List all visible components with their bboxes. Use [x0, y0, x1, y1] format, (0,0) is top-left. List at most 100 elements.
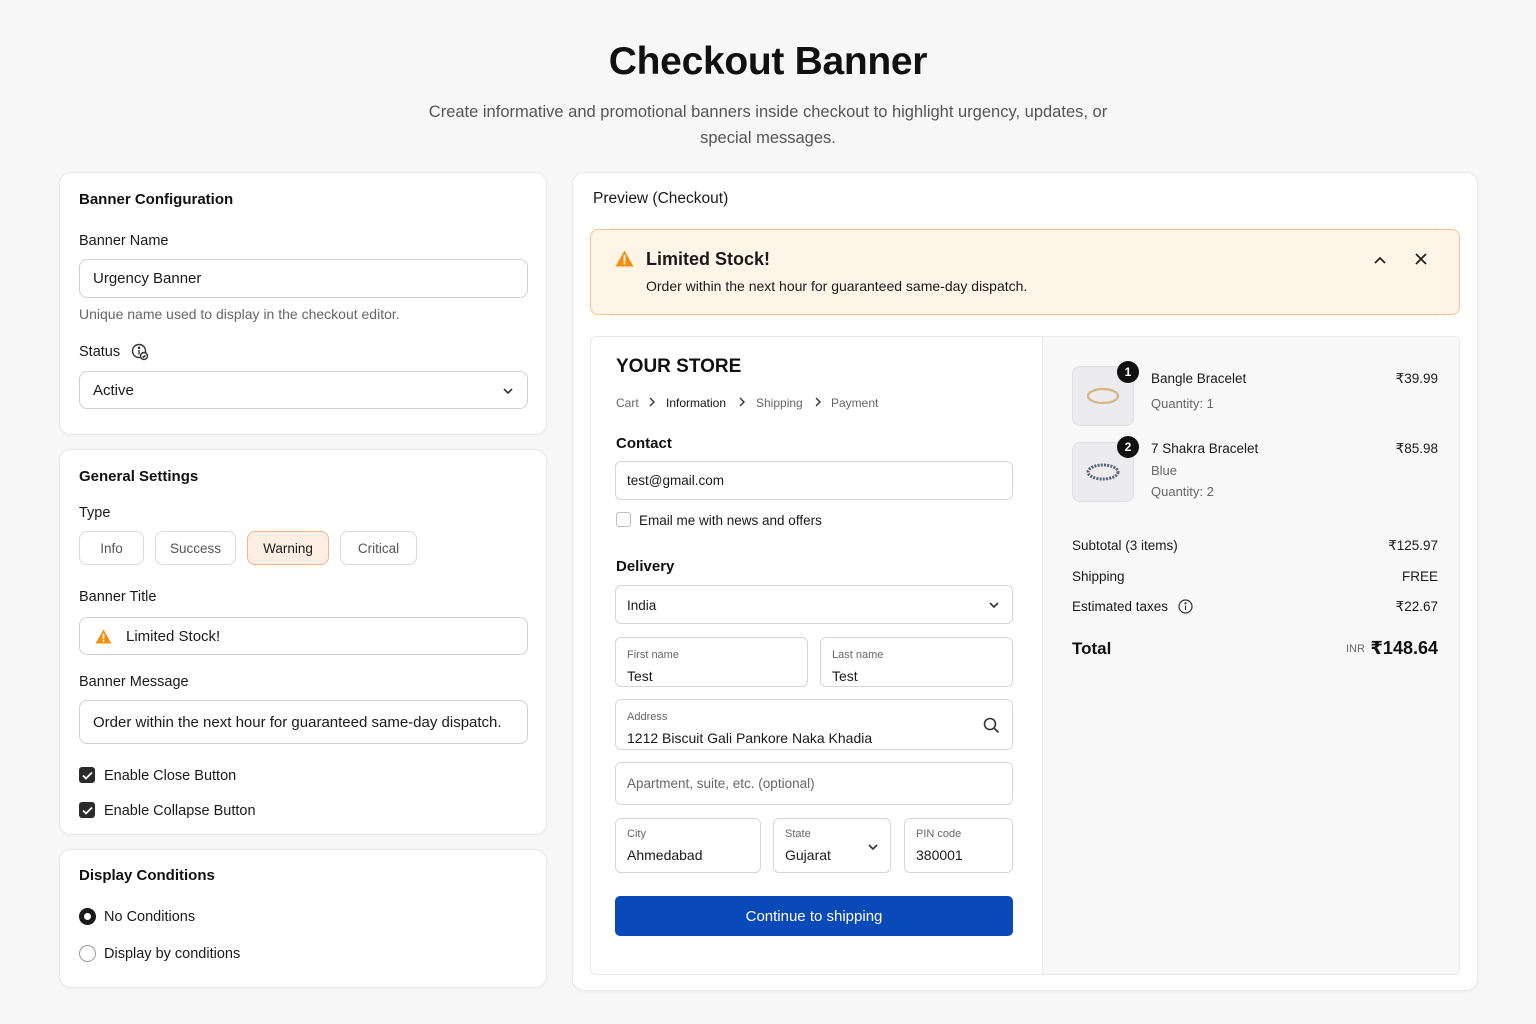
banner-name-value: Urgency Banner — [93, 270, 202, 287]
email-value: test@gmail.com — [627, 473, 724, 488]
checkout-banner-preview: Limited Stock! Order within the next hou… — [590, 229, 1460, 315]
pin-code-field[interactable]: PIN code 380001 — [904, 818, 1013, 873]
banner-name-label: Banner Name — [79, 233, 169, 249]
banner-message-input[interactable]: Order within the next hour for guarantee… — [79, 700, 528, 744]
breadcrumb-shipping[interactable]: Shipping — [756, 396, 803, 410]
store-name: YOUR STORE — [616, 356, 742, 377]
chevron-up-icon[interactable] — [1373, 252, 1387, 270]
type-critical-button[interactable]: Critical — [340, 531, 417, 565]
status-select[interactable]: Active — [79, 371, 528, 409]
banner-configuration-title: Banner Configuration — [79, 191, 234, 208]
state-label: State — [785, 828, 811, 840]
warning-icon — [615, 250, 634, 272]
page-title: Checkout Banner — [608, 40, 928, 83]
banner-title-value: Limited Stock! — [126, 627, 221, 645]
total-label: Total — [1072, 639, 1112, 658]
country-value: India — [627, 598, 657, 613]
chevron-down-icon — [868, 844, 878, 851]
banner-preview-title: Limited Stock! — [646, 249, 771, 269]
bracelet-image-icon — [1086, 463, 1120, 481]
info-icon[interactable] — [1178, 599, 1193, 614]
contact-title: Contact — [616, 435, 672, 452]
item-price: ₹39.99 — [1395, 371, 1438, 386]
close-button-checkbox[interactable] — [79, 767, 95, 783]
warning-icon — [95, 629, 112, 644]
delivery-title: Delivery — [616, 558, 675, 575]
chevron-right-icon — [739, 397, 745, 407]
chevron-right-icon — [649, 397, 655, 407]
address-field[interactable]: Address 1212 Biscuit Gali Pankore Naka K… — [615, 699, 1013, 750]
pin-code-label: PIN code — [916, 828, 962, 840]
shipping-value: FREE — [1401, 569, 1438, 584]
type-warning-button[interactable]: Warning — [247, 531, 329, 565]
last-name-label: Last name — [832, 649, 884, 661]
banner-name-help: Unique name used to display in the check… — [79, 306, 400, 322]
state-select[interactable]: State Gujarat — [773, 818, 891, 873]
city-field[interactable]: City Ahmedabad — [615, 818, 761, 873]
breadcrumb-information[interactable]: Information — [666, 396, 726, 410]
quantity-badge: 2 — [1117, 436, 1139, 458]
city-value: Ahmedabad — [627, 847, 703, 863]
banner-title-label: Banner Title — [79, 589, 157, 605]
display-by-conditions-label: Display by conditions — [104, 946, 241, 962]
last-name-field[interactable]: Last name Test — [820, 637, 1013, 687]
search-icon[interactable] — [983, 717, 1000, 734]
check-icon — [81, 771, 93, 780]
collapse-button-checkbox[interactable] — [79, 802, 95, 818]
banner-name-input[interactable]: Urgency Banner — [79, 259, 528, 298]
banner-message-value: Order within the next hour for guarantee… — [93, 713, 502, 731]
type-success-button[interactable]: Success — [155, 531, 236, 565]
address-value: 1212 Biscuit Gali Pankore Naka Khadia — [627, 730, 873, 746]
estimated-taxes-label: Estimated taxes — [1072, 599, 1169, 614]
status-label: Status — [79, 344, 121, 360]
status-value: Active — [93, 381, 134, 399]
type-info-button[interactable]: Info — [79, 531, 144, 565]
country-select[interactable]: India — [615, 585, 1013, 624]
chevron-down-icon — [989, 602, 999, 609]
item-name: 7 Shakra Bracelet — [1151, 441, 1259, 456]
collapse-button-label: Enable Collapse Button — [104, 803, 256, 819]
close-icon[interactable] — [1414, 252, 1428, 271]
subtotal-value: ₹125.97 — [1388, 538, 1438, 553]
display-by-conditions-radio[interactable] — [79, 945, 96, 962]
pin-code-value: 380001 — [916, 847, 963, 863]
chevron-right-icon — [815, 397, 821, 407]
item-quantity: Quantity: 1 — [1151, 396, 1214, 411]
no-conditions-radio[interactable] — [79, 908, 96, 925]
continue-to-shipping-button[interactable]: Continue to shipping — [615, 896, 1013, 936]
first-name-field[interactable]: First name Test — [615, 637, 808, 687]
item-quantity: Quantity: 2 — [1151, 484, 1214, 499]
estimated-taxes-value: ₹22.67 — [1395, 599, 1438, 614]
page-subtitle: Create informative and promotional banne… — [428, 103, 1108, 147]
general-settings-title: General Settings — [79, 468, 199, 485]
total-value: ₹148.64 — [1370, 638, 1438, 658]
breadcrumb-cart[interactable]: Cart — [616, 396, 639, 410]
type-label: Type — [79, 505, 111, 521]
quantity-badge: 1 — [1117, 361, 1139, 383]
banner-preview-message: Order within the next hour for guarantee… — [646, 278, 1028, 294]
last-name-value: Test — [832, 668, 858, 684]
shipping-label: Shipping — [1072, 569, 1125, 584]
chevron-down-icon — [502, 382, 514, 399]
banner-message-label: Banner Message — [79, 674, 189, 690]
bangle-image-icon — [1086, 387, 1120, 405]
status-info-icon[interactable] — [131, 343, 149, 361]
email-field[interactable]: test@gmail.com — [615, 461, 1013, 500]
address-label: Address — [627, 711, 668, 723]
display-conditions-title: Display Conditions — [79, 867, 215, 884]
city-label: City — [627, 828, 646, 840]
close-button-label: Enable Close Button — [104, 768, 237, 784]
no-conditions-label: No Conditions — [104, 909, 196, 925]
first-name-value: Test — [627, 668, 653, 684]
news-checkbox[interactable] — [616, 512, 631, 527]
check-icon — [81, 806, 93, 815]
state-value: Gujarat — [785, 847, 831, 863]
breadcrumb-payment[interactable]: Payment — [831, 396, 878, 410]
apartment-field[interactable]: Apartment, suite, etc. (optional) — [615, 762, 1013, 805]
preview-title: Preview (Checkout) — [593, 190, 729, 207]
apartment-placeholder: Apartment, suite, etc. (optional) — [627, 776, 815, 791]
news-label: Email me with news and offers — [639, 513, 822, 528]
item-price: ₹85.98 — [1395, 441, 1438, 456]
banner-title-input[interactable]: Limited Stock! — [79, 617, 528, 655]
item-name: Bangle Bracelet — [1151, 371, 1247, 386]
